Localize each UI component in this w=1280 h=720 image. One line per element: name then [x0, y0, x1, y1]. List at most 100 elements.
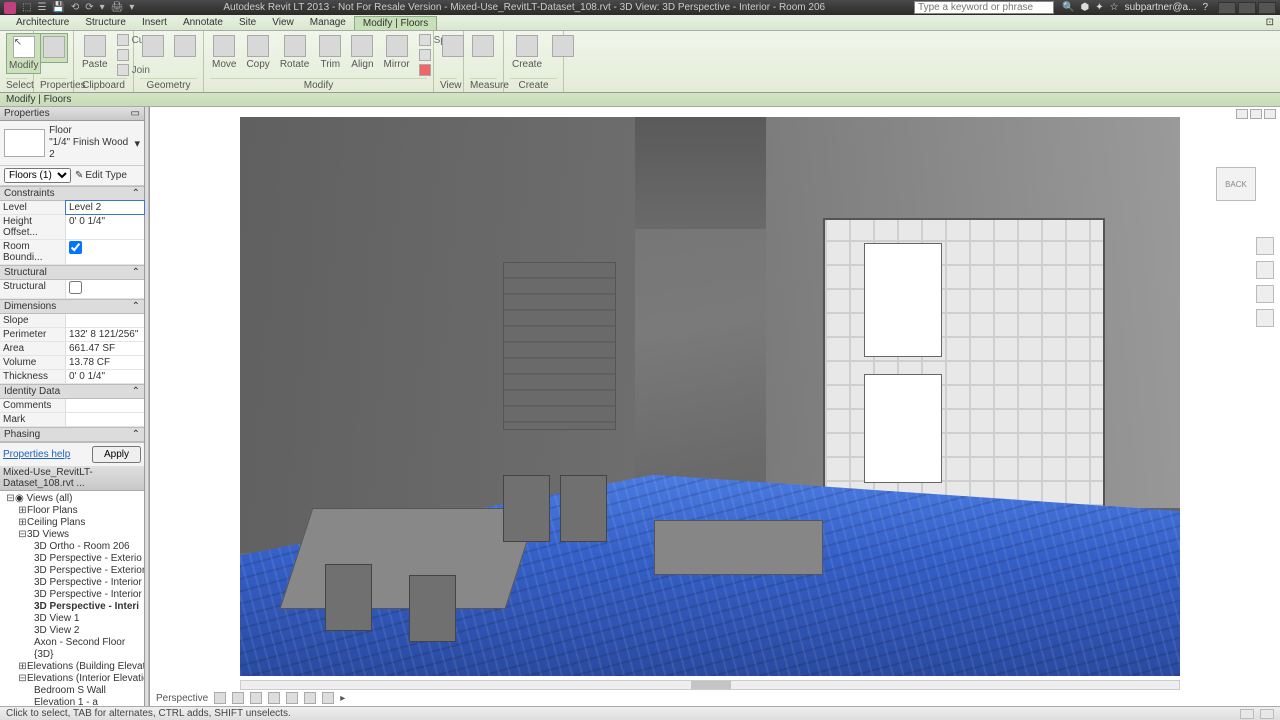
mirror-button[interactable]: Mirror [382, 33, 412, 72]
minimize-button[interactable] [1218, 2, 1236, 14]
search-go-icon[interactable]: 🔍 [1062, 2, 1074, 13]
tab-annotate[interactable]: Annotate [175, 16, 231, 29]
view-minimize-icon[interactable] [1236, 109, 1248, 119]
tree-ceilingplans[interactable]: ⊞Ceiling Plans [0, 517, 144, 529]
prop-mark-value[interactable] [66, 413, 144, 426]
qat-save-icon[interactable]: 💾 [52, 2, 64, 13]
tree-3d-item[interactable]: Axon - Second Floor [0, 637, 144, 649]
crop-region-icon[interactable] [304, 692, 316, 704]
signin-label[interactable]: subpartner@a... [1125, 2, 1197, 13]
maximize-button[interactable] [1238, 2, 1256, 14]
close-button[interactable] [1258, 2, 1276, 14]
tree-3d-item[interactable]: 3D View 1 [0, 613, 144, 625]
scrollbar-thumb[interactable] [691, 681, 731, 689]
qat-menu-icon[interactable]: ☰ [37, 2, 46, 13]
horizontal-scrollbar[interactable] [240, 680, 1180, 690]
steering-wheel-icon[interactable] [1256, 237, 1274, 255]
tree-3d-item[interactable]: 3D Perspective - Exterior [0, 565, 144, 577]
prop-roombound-value[interactable] [66, 240, 144, 264]
qat-print-icon[interactable]: 🖨 [111, 2, 124, 13]
qat-drop-icon[interactable]: ▾ [100, 2, 105, 13]
tree-elev-building[interactable]: ⊞Elevations (Building Elevatio [0, 661, 144, 673]
tree-3d-item[interactable]: 3D Perspective - Interior [0, 577, 144, 589]
group-dimensions[interactable]: Dimensions⌃ [0, 299, 144, 314]
favorite-icon[interactable]: ☆ [1110, 2, 1119, 13]
infocenter-search-input[interactable] [914, 1, 1054, 14]
qat-open-icon[interactable]: ⬚ [22, 2, 31, 13]
copy2-button[interactable]: Copy [244, 33, 271, 72]
view-ctrl-more-icon[interactable]: ▸ [340, 693, 345, 704]
geometry-btn2[interactable] [172, 33, 198, 59]
trim-button[interactable]: Trim [317, 33, 343, 72]
app-icon[interactable] [4, 2, 16, 14]
subscription-icon[interactable]: ⬢ [1080, 2, 1089, 13]
qat-undo-icon[interactable]: ⟲ [71, 2, 79, 13]
prop-slope-value[interactable] [66, 314, 144, 327]
zoom-icon[interactable] [1256, 285, 1274, 303]
view-scale-label[interactable]: Perspective [156, 693, 208, 704]
edit-type-button[interactable]: ✎Edit Type [75, 170, 140, 181]
align-button[interactable]: Align [349, 33, 375, 72]
group-phasing[interactable]: Phasing⌃ [0, 427, 144, 442]
tab-manage[interactable]: Manage [302, 16, 354, 29]
filter-icon[interactable] [1240, 709, 1254, 719]
view-close-icon[interactable] [1264, 109, 1276, 119]
view-button[interactable] [440, 33, 466, 59]
collapse-icon-5[interactable]: ⌃ [132, 429, 140, 440]
tab-structure[interactable]: Structure [77, 16, 134, 29]
collapse-icon[interactable]: ⌃ [132, 188, 140, 199]
apply-button[interactable]: Apply [92, 446, 141, 463]
crop-icon[interactable] [286, 692, 298, 704]
prop-comments-value[interactable] [66, 399, 144, 412]
prop-struct-value[interactable] [66, 280, 144, 298]
create-button[interactable]: Create [510, 33, 544, 72]
tree-3dviews[interactable]: ⊟3D Views [0, 529, 144, 541]
collapse-icon-2[interactable]: ⌃ [132, 267, 140, 278]
ribbon-expand-icon[interactable]: ⊡ [1266, 17, 1274, 28]
view-maximize-icon[interactable] [1250, 109, 1262, 119]
view-cube[interactable]: BACK [1216, 167, 1256, 201]
properties-close-icon[interactable]: ▭ [131, 108, 140, 119]
properties-header[interactable]: Properties ▭ [0, 107, 144, 121]
browser-header[interactable]: Mixed-Use_RevitLT-Dataset_108.rvt ... [0, 466, 144, 491]
structural-checkbox[interactable] [69, 281, 82, 294]
tree-floorplans[interactable]: ⊞Floor Plans [0, 505, 144, 517]
orbit-icon[interactable] [1256, 309, 1274, 327]
group-identity[interactable]: Identity Data⌃ [0, 384, 144, 399]
paste-button[interactable]: Paste [80, 33, 110, 72]
tab-modify-floors[interactable]: Modify | Floors [354, 16, 437, 30]
tab-site[interactable]: Site [231, 16, 264, 29]
move-button[interactable]: Move [210, 33, 238, 72]
tree-elev-item[interactable]: Elevation 1 - a [0, 697, 144, 706]
exchange-icon[interactable]: ✦ [1095, 2, 1103, 13]
drawing-canvas[interactable] [240, 117, 1180, 676]
collapse-icon-3[interactable]: ⌃ [132, 301, 140, 312]
lock3d-icon[interactable] [322, 692, 334, 704]
prop-level-value[interactable]: Level 2 [66, 201, 144, 214]
properties-button[interactable]: Properties [40, 33, 68, 63]
tree-3d-item[interactable]: 3D View 2 [0, 625, 144, 637]
tree-views[interactable]: ⊟◉ Views (all) [0, 493, 144, 505]
collapse-icon-4[interactable]: ⌃ [132, 386, 140, 397]
room-bounding-checkbox[interactable] [69, 241, 82, 254]
instance-filter-select[interactable]: Floors (1) [4, 168, 71, 183]
tree-elev-item[interactable]: Bedroom S Wall [0, 685, 144, 697]
sunpath-icon[interactable] [250, 692, 262, 704]
selection-count-icon[interactable] [1260, 709, 1274, 719]
tree-elev-interior[interactable]: ⊟Elevations (Interior Elevation [0, 673, 144, 685]
viewport[interactable]: BACK Perspective ▸ [149, 107, 1280, 706]
group-structural[interactable]: Structural⌃ [0, 265, 144, 280]
qat-redo-icon[interactable]: ⟳ [85, 2, 93, 13]
help-icon[interactable]: ? [1202, 2, 1208, 13]
tree-3d-item[interactable]: 3D Ortho - Room 206 [0, 541, 144, 553]
tree-3d-item[interactable]: 3D Perspective - Interi [0, 601, 144, 613]
tree-3d-item[interactable]: {3D} [0, 649, 144, 661]
tab-view[interactable]: View [264, 16, 302, 29]
measure-button[interactable] [470, 33, 496, 59]
rotate-button[interactable]: Rotate [278, 33, 311, 72]
tree-3d-item[interactable]: 3D Perspective - Exterio [0, 553, 144, 565]
detail-level-icon[interactable] [214, 692, 226, 704]
tab-insert[interactable]: Insert [134, 16, 175, 29]
type-selector[interactable]: Floor "1/4" Finish Wood 2 ▾ [0, 121, 144, 166]
type-dropdown-icon[interactable]: ▾ [134, 137, 140, 150]
